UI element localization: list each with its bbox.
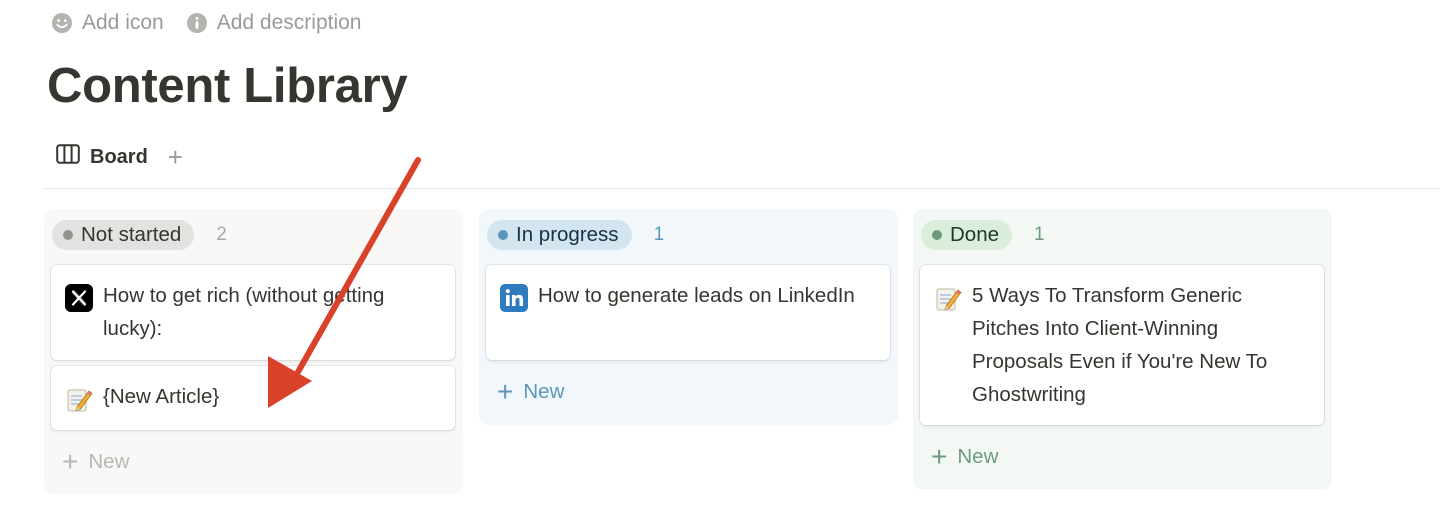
card-title: How to get rich (without getting lucky):	[103, 284, 385, 340]
add-view-button[interactable]: +	[168, 144, 183, 170]
column-header: Done 1	[921, 220, 1045, 250]
add-icon-label: Add icon	[82, 11, 164, 34]
new-label: New	[957, 445, 999, 468]
card-title: How to generate leads on LinkedIn	[538, 284, 855, 307]
add-card-button[interactable]: + New	[62, 448, 129, 476]
add-description-label: Add description	[216, 11, 362, 34]
plus-icon: +	[62, 446, 79, 477]
column-in-progress: In progress 1 How to generate leads on L…	[479, 209, 898, 425]
new-label: New	[88, 450, 130, 473]
linkedin-icon	[500, 284, 528, 312]
status-dot	[932, 230, 942, 240]
tab-board-label: Board	[90, 145, 148, 168]
page-actions: Add icon Add description	[51, 11, 362, 35]
status-dot	[498, 230, 508, 240]
card-title: 5 Ways To Transform Generic Pitches Into…	[972, 284, 1268, 406]
column-done: Done 1 5 Ways To Transform Generic Pitch…	[913, 209, 1332, 490]
column-not-started: Not started 2 How to get rich (without g…	[44, 209, 463, 494]
plus-icon: +	[497, 376, 514, 407]
column-header: In progress 1	[487, 220, 664, 250]
tab-board[interactable]: Board	[56, 144, 148, 170]
status-label: In progress	[516, 223, 619, 246]
add-icon-button[interactable]: Add icon	[51, 11, 164, 35]
status-label: Not started	[81, 223, 182, 246]
memo-icon	[934, 284, 962, 312]
card[interactable]: How to get rich (without getting lucky):	[51, 265, 455, 360]
card[interactable]: {New Article}	[51, 366, 455, 430]
card-count: 2	[216, 224, 227, 245]
status-dot	[63, 230, 73, 240]
smiley-icon	[51, 12, 73, 34]
status-badge[interactable]: Not started	[52, 220, 195, 250]
status-badge[interactable]: Done	[921, 220, 1013, 250]
status-label: Done	[950, 223, 1000, 246]
add-card-button[interactable]: + New	[931, 443, 998, 471]
status-badge[interactable]: In progress	[487, 220, 632, 250]
card-count: 1	[653, 224, 665, 245]
board-view-icon	[56, 144, 80, 170]
new-label: New	[523, 380, 565, 403]
info-icon	[186, 12, 208, 34]
x-logo-icon	[65, 284, 93, 312]
card[interactable]: 5 Ways To Transform Generic Pitches Into…	[920, 265, 1324, 425]
card[interactable]: How to generate leads on LinkedIn	[486, 265, 890, 360]
add-description-button[interactable]: Add description	[186, 11, 362, 35]
page-title: Content Library	[47, 59, 408, 113]
add-card-button[interactable]: + New	[497, 378, 564, 406]
card-count: 1	[1034, 224, 1045, 245]
view-tabs: Board +	[56, 144, 183, 170]
card-title: {New Article}	[103, 385, 220, 408]
memo-icon	[65, 385, 93, 413]
divider	[44, 188, 1440, 189]
plus-icon: +	[931, 441, 948, 472]
column-header: Not started 2	[52, 220, 227, 250]
